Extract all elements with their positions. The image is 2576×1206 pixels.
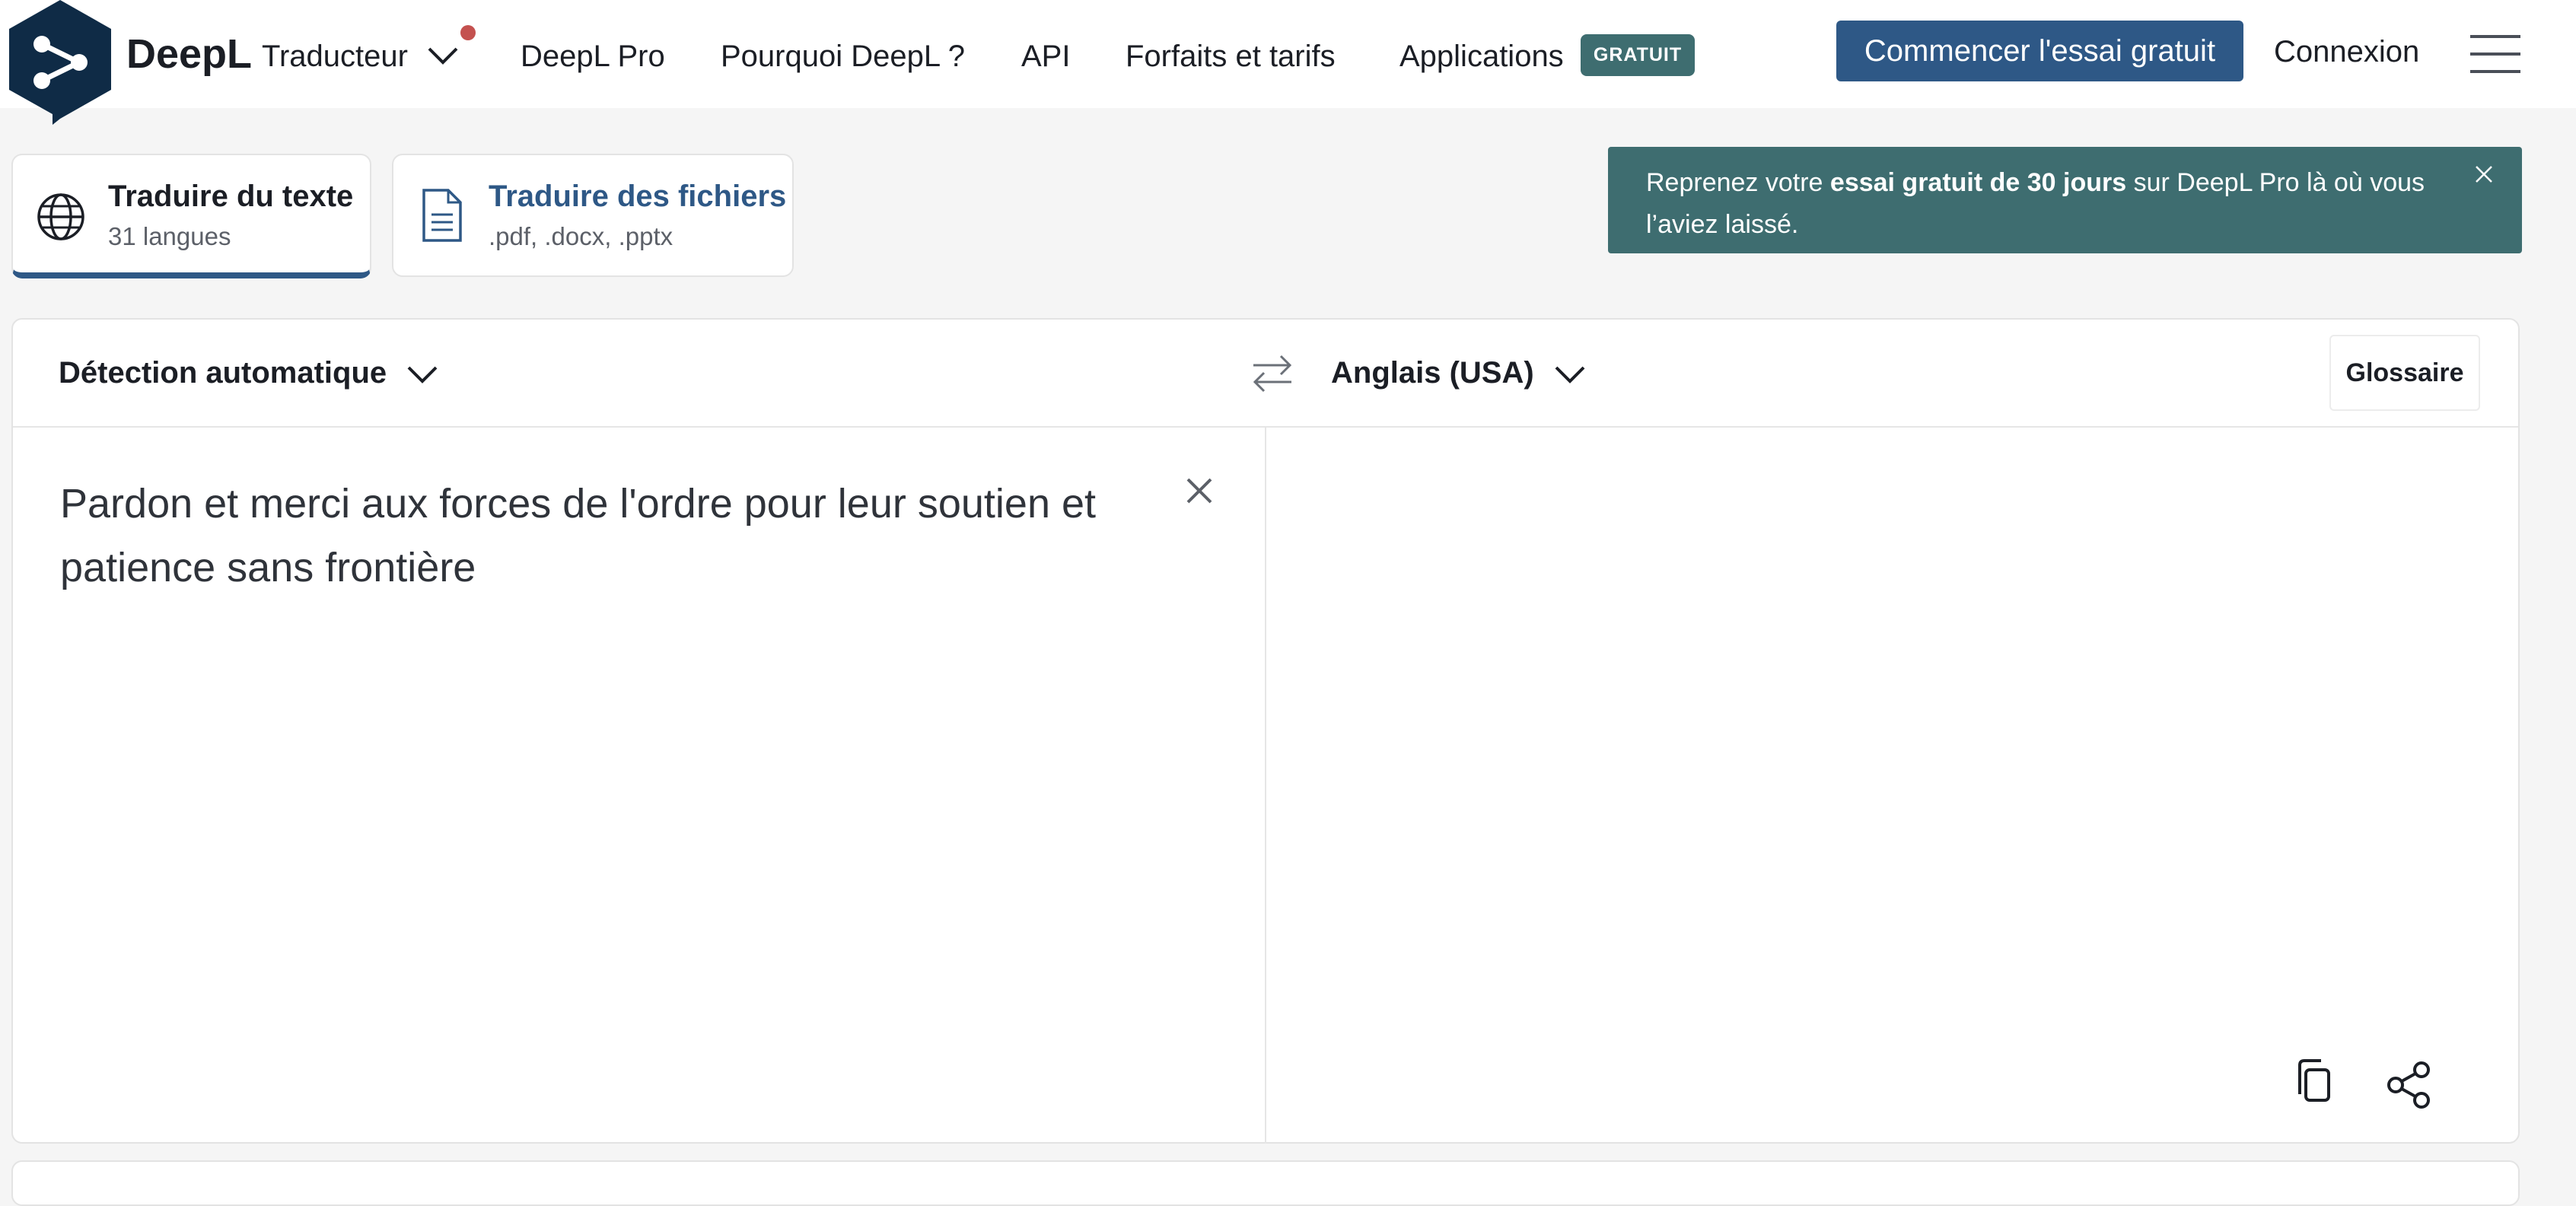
- copy-icon[interactable]: [2291, 1058, 2336, 1111]
- top-header: DeepL Traducteur DeepL Pro Pourquoi Deep…: [0, 0, 2576, 125]
- tab-translate-files-title: Traduire des fichiers: [489, 180, 787, 213]
- tab-translate-text-sub: 31 langues: [108, 222, 231, 250]
- chevron-down-icon[interactable]: [426, 44, 460, 67]
- brand-name[interactable]: DeepL: [126, 30, 252, 78]
- tab-translate-text[interactable]: Traduire du texte 31 langues: [11, 154, 371, 278]
- chevron-down-icon: [1555, 367, 1585, 384]
- nav-deepl-pro[interactable]: DeepL Pro: [521, 40, 665, 74]
- tab-translate-files[interactable]: Traduire des fichiers .pdf, .docx, .pptx: [392, 154, 794, 277]
- language-bar: Détection automatique Anglais (USA) Glos…: [13, 320, 2518, 428]
- translator-panel: Détection automatique Anglais (USA) Glos…: [11, 318, 2520, 1144]
- hamburger-icon[interactable]: [2470, 35, 2520, 73]
- glossary-button[interactable]: Glossaire: [2329, 335, 2480, 411]
- nav-api[interactable]: API: [1021, 40, 1070, 74]
- panel-divider: [1265, 428, 1266, 1144]
- source-language-select[interactable]: Détection automatique: [59, 356, 439, 390]
- notification-dot: [460, 25, 476, 40]
- tab-translate-files-sub: .pdf, .docx, .pptx: [489, 222, 673, 250]
- target-language-select[interactable]: Anglais (USA): [1331, 356, 1587, 390]
- deepl-logo-icon[interactable]: [9, 0, 111, 126]
- nav-why-deepl[interactable]: Pourquoi DeepL ?: [721, 40, 965, 74]
- login-link[interactable]: Connexion: [2274, 35, 2419, 69]
- start-trial-button[interactable]: Commencer l'essai gratuit: [1836, 21, 2243, 81]
- source-textarea[interactable]: Pardon et merci aux forces de l'ordre po…: [60, 472, 1171, 600]
- share-icon[interactable]: [2382, 1058, 2435, 1111]
- chevron-down-icon: [407, 367, 438, 384]
- close-icon[interactable]: [2470, 161, 2498, 188]
- next-panel-edge: [11, 1160, 2520, 1206]
- target-language-label: Anglais (USA): [1331, 356, 1534, 390]
- product-name[interactable]: Traducteur: [262, 40, 408, 74]
- tab-translate-text-title: Traduire du texte: [108, 180, 354, 213]
- nav-pricing[interactable]: Forfaits et tarifs: [1126, 40, 1336, 74]
- nav-applications[interactable]: Applications: [1399, 40, 1564, 74]
- swap-icon[interactable]: [1246, 350, 1299, 396]
- close-icon[interactable]: [1180, 472, 1218, 510]
- free-badge: GRATUIT: [1581, 34, 1695, 76]
- document-icon: [422, 189, 462, 242]
- globe-icon: [37, 193, 84, 240]
- trial-toast: Reprenez votre essai gratuit de 30 jours…: [1608, 147, 2522, 253]
- toast-message: Reprenez votre essai gratuit de 30 jours…: [1646, 168, 2425, 239]
- source-language-label: Détection automatique: [59, 356, 387, 390]
